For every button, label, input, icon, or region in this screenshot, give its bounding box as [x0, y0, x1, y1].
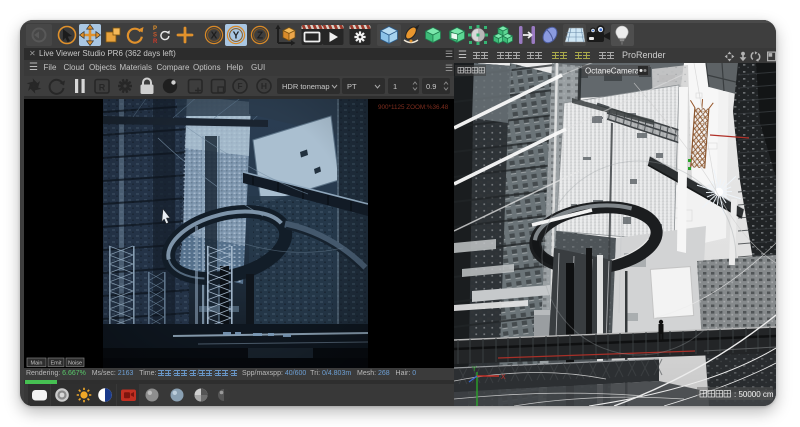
- svg-text:Noise: Noise: [68, 361, 82, 367]
- svg-text:R: R: [153, 39, 158, 45]
- svg-text:H: H: [261, 81, 267, 91]
- svg-text:S: S: [153, 33, 157, 39]
- svg-text:P: P: [153, 26, 157, 32]
- svg-text:Emit: Emit: [51, 361, 62, 367]
- svg-text:0.9: 0.9: [426, 82, 436, 91]
- svg-text:Main: Main: [31, 361, 43, 367]
- svg-text:HDR tonemap: HDR tonemap: [282, 82, 330, 91]
- svg-text:R: R: [99, 83, 106, 93]
- svg-text:Z: Z: [257, 31, 263, 42]
- svg-text:: 50000 cm: : 50000 cm: [734, 390, 774, 399]
- svg-text:F: F: [237, 81, 242, 91]
- svg-text:900*1125 ZOOM:%36.48: 900*1125 ZOOM:%36.48: [378, 104, 449, 111]
- svg-text:1: 1: [393, 82, 397, 91]
- svg-text:X: X: [211, 31, 218, 42]
- svg-text:OctaneCamera: OctaneCamera: [585, 67, 640, 76]
- svg-text:PT: PT: [347, 82, 357, 91]
- svg-text:X: X: [501, 374, 506, 381]
- svg-text:Y: Y: [233, 31, 240, 42]
- svg-text:Y: Y: [472, 366, 477, 373]
